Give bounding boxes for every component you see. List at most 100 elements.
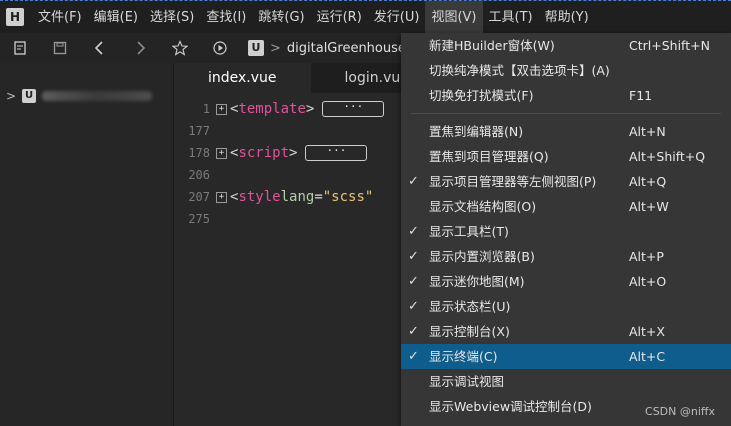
menu-item-6[interactable]: 发行(U) bbox=[368, 1, 426, 34]
menu-item-2[interactable]: 选择(S) bbox=[144, 1, 200, 34]
breadcrumb-project-name[interactable]: digitalGreenhouse bbox=[287, 41, 406, 56]
checkmark-icon: ✓ bbox=[408, 224, 419, 239]
checkmark-icon: ✓ bbox=[408, 299, 419, 314]
project-manager-panel bbox=[0, 63, 174, 426]
tag-name: template bbox=[238, 101, 306, 117]
code-line: 1 + < template > ··· bbox=[174, 98, 385, 120]
fold-toggle-icon[interactable]: + bbox=[216, 103, 227, 115]
line-number: 177 bbox=[188, 124, 210, 138]
hbuilder-logo-icon: H bbox=[6, 8, 24, 26]
project-name-redacted bbox=[42, 91, 153, 101]
menu-item-shortcut: Alt+O bbox=[629, 274, 667, 289]
fold-toggle-icon[interactable]: + bbox=[216, 191, 227, 203]
menu-item-1[interactable]: 编辑(E) bbox=[88, 1, 144, 34]
view-menu-item[interactable]: ✓ 显示工具栏(T) bbox=[401, 219, 731, 244]
back-icon[interactable] bbox=[88, 36, 112, 60]
checkmark-icon: ✓ bbox=[408, 249, 419, 264]
breadcrumb-separator: > bbox=[270, 40, 281, 56]
code-line: 177 bbox=[174, 120, 216, 142]
menu-bar: H 文件(F) 编辑(E) 选择(S) 查找(I) 跳转(G) 运行(R) 发行(U) 视图(… bbox=[0, 0, 731, 34]
menu-item-label: 显示迷你地图(M) bbox=[429, 274, 525, 289]
menu-item-shortcut: Alt+X bbox=[629, 324, 665, 339]
menu-item-7[interactable]: 视图(V) bbox=[425, 0, 483, 34]
menu-item-label: 置焦到编辑器(N) bbox=[429, 124, 524, 139]
menu-item-label: 切换免打扰模式(F) bbox=[429, 88, 534, 103]
menu-items: 文件(F) 编辑(E) 选择(S) 查找(I) 跳转(G) 运行(R) 发行(U) 视图(V)… bbox=[32, 0, 595, 34]
line-number: 206 bbox=[188, 168, 210, 182]
forward-icon[interactable] bbox=[128, 36, 152, 60]
run-icon[interactable] bbox=[208, 36, 232, 60]
checkmark-icon: ✓ bbox=[408, 324, 419, 339]
view-menu-item[interactable]: 显示文档结构图(O) Alt+W bbox=[401, 194, 731, 219]
tag-open-bracket: < bbox=[230, 145, 239, 161]
menu-item-label: 置焦到项目管理器(Q) bbox=[429, 149, 549, 164]
attribute-name: lang bbox=[280, 189, 315, 205]
menu-item-5[interactable]: 运行(R) bbox=[311, 1, 368, 34]
menu-item-label: 显示状态栏(U) bbox=[429, 299, 511, 314]
view-menu-item[interactable]: 切换纯净模式【双击选项卡】(A) bbox=[401, 58, 731, 83]
menu-item-shortcut: Alt+Shift+Q bbox=[629, 149, 706, 164]
save-icon[interactable] bbox=[48, 36, 72, 60]
line-number: 207 bbox=[188, 190, 210, 204]
tag-open-bracket: < bbox=[230, 189, 239, 205]
view-menu-dropdown: 新建HBuilder窗体(W) Ctrl+Shift+N 切换纯净模式【双击选项卡】… bbox=[401, 33, 731, 426]
menu-item-label: 显示终端(C) bbox=[429, 349, 498, 364]
view-menu-item[interactable]: ✓ 显示控制台(X) Alt+X bbox=[401, 319, 731, 344]
fold-toggle-icon[interactable]: + bbox=[216, 147, 227, 159]
collapsed-region-button[interactable]: ··· bbox=[305, 145, 368, 161]
menu-item-3[interactable]: 查找(I) bbox=[200, 1, 252, 34]
collapsed-region-button[interactable]: ··· bbox=[322, 101, 385, 117]
line-number: 1 bbox=[202, 102, 210, 116]
attribute-value: "scss" bbox=[322, 189, 374, 205]
menu-item-label: 显示Webview调试控制台(D) bbox=[429, 399, 592, 414]
view-menu-item[interactable]: 新建HBuilder窗体(W) Ctrl+Shift+N bbox=[401, 33, 731, 58]
checkmark-icon: ✓ bbox=[408, 349, 419, 364]
view-menu-item[interactable]: 置焦到编辑器(N) Alt+N bbox=[401, 119, 731, 144]
menu-item-label: 显示控制台(X) bbox=[429, 324, 510, 339]
menu-item-label: 显示工具栏(T) bbox=[429, 224, 509, 239]
menu-item-label: 显示项目管理器等左侧视图(P) bbox=[429, 174, 597, 189]
code-line: 206 bbox=[174, 164, 216, 186]
view-menu-item[interactable]: ✓ 显示终端(C) Alt+C bbox=[401, 344, 731, 369]
menu-item-8[interactable]: 工具(T) bbox=[483, 1, 539, 34]
watermark: CSDN @niffx bbox=[645, 405, 715, 418]
menu-item-0[interactable]: 文件(F) bbox=[32, 1, 88, 34]
menu-item-label: 显示调试视图 bbox=[429, 374, 505, 389]
tag-name: script bbox=[238, 145, 290, 161]
breadcrumb-project-icon: U bbox=[248, 40, 264, 56]
view-menu-item[interactable]: ✓ 显示内置浏览器(B) Alt+P bbox=[401, 244, 731, 269]
menu-item-shortcut: Alt+W bbox=[629, 199, 669, 214]
tab-0[interactable]: index.vue bbox=[174, 63, 311, 93]
chevron-right-icon[interactable]: > bbox=[6, 89, 16, 103]
tag-open-bracket: < bbox=[230, 101, 239, 117]
equals-sign: = bbox=[314, 189, 323, 205]
view-menu-item[interactable]: 置焦到项目管理器(Q) Alt+Shift+Q bbox=[401, 144, 731, 169]
view-menu-item[interactable]: ✓ 显示迷你地图(M) Alt+O bbox=[401, 269, 731, 294]
code-line: 207 + < style lang = "scss" bbox=[174, 186, 373, 208]
code-line: 178 + < script > ··· bbox=[174, 142, 368, 164]
menu-item-shortcut: Ctrl+Shift+N bbox=[629, 38, 710, 53]
menu-item-shortcut: Alt+C bbox=[629, 349, 666, 364]
menu-item-shortcut: Alt+P bbox=[629, 249, 664, 264]
menu-item-label: 切换纯净模式【双击选项卡】(A) bbox=[429, 63, 610, 78]
menu-item-9[interactable]: 帮助(Y) bbox=[539, 1, 595, 34]
line-number: 178 bbox=[188, 146, 210, 160]
menu-separator bbox=[411, 113, 721, 114]
view-menu-item[interactable]: ✓ 显示项目管理器等左侧视图(P) Alt+Q bbox=[401, 169, 731, 194]
view-menu-item[interactable]: 切换免打扰模式(F) F11 bbox=[401, 83, 731, 108]
menu-item-label: 新建HBuilder窗体(W) bbox=[429, 38, 555, 53]
menu-item-label: 显示内置浏览器(B) bbox=[429, 249, 535, 264]
new-file-icon[interactable] bbox=[8, 36, 32, 60]
view-menu-item[interactable]: ✓ 显示状态栏(U) bbox=[401, 294, 731, 319]
line-number: 275 bbox=[188, 212, 210, 226]
code-line: 275 bbox=[174, 208, 216, 230]
tag-close-bracket: > bbox=[305, 101, 315, 117]
menu-item-4[interactable]: 跳转(G) bbox=[252, 1, 310, 34]
project-icon: U bbox=[22, 89, 37, 103]
project-tree-item[interactable]: > U bbox=[6, 88, 153, 104]
menu-item-shortcut: F11 bbox=[629, 88, 653, 103]
view-menu-item[interactable]: 显示调试视图 bbox=[401, 369, 731, 394]
checkmark-icon: ✓ bbox=[408, 174, 419, 189]
star-icon[interactable] bbox=[168, 36, 192, 60]
tag-close-bracket: > bbox=[289, 145, 298, 161]
